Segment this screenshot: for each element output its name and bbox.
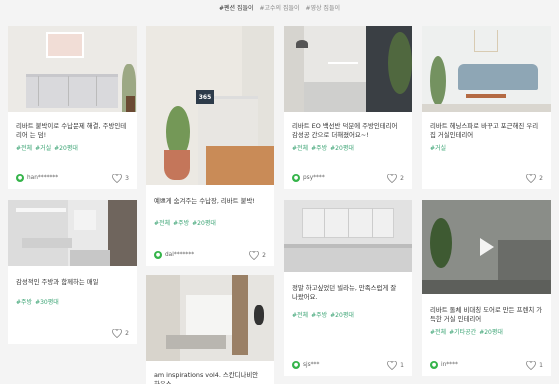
card-footer: 2: [430, 173, 543, 183]
tag[interactable]: #20평대: [54, 145, 78, 152]
like-count: 2: [400, 174, 404, 182]
calendar-badge: 365: [196, 90, 214, 104]
tag[interactable]: #주방: [173, 220, 189, 227]
play-icon[interactable]: [479, 238, 494, 256]
housewarming-card[interactable]: 리바트 헤닝스파로 바꾸고 포근해진 우리 집 거실인테리어 #거실 2: [422, 26, 551, 189]
housewarming-card[interactable]: 리바트 돌체 비대칭 도어로 만든 프렌치 가득한 거실 인테리어 #전체 #기타…: [422, 200, 551, 376]
housewarming-card[interactable]: 365 예쁘게 숨겨주는 수납장, 리바트 붙박! #전체 #주방 #20평대 ● …: [146, 26, 274, 266]
user-avatar: ●: [430, 361, 438, 369]
like-count: 1: [539, 361, 543, 369]
card-tags: #거실: [422, 143, 551, 152]
card-title[interactable]: 리바트 돌체 비대칭 도어로 만든 프렌치 가득한 거실 인테리어: [422, 306, 551, 324]
card-photo: [8, 26, 137, 112]
tag[interactable]: #20평대: [330, 312, 354, 319]
tag[interactable]: #거실: [430, 145, 446, 152]
tag[interactable]: #전체: [16, 145, 32, 152]
tag[interactable]: #거실: [35, 145, 51, 152]
user-avatar: ●: [16, 174, 24, 182]
card-title[interactable]: 리바트 헤닝스파로 바꾸고 포근해진 우리 집 거실인테리어: [422, 122, 551, 140]
user-avatar: ●: [154, 251, 162, 259]
username[interactable]: han*******: [27, 175, 112, 181]
tag[interactable]: #기타공간: [449, 329, 476, 336]
nav-tab-expert[interactable]: #고수의 집들이: [259, 5, 299, 12]
heart-icon[interactable]: [249, 250, 260, 260]
like-count: 1: [400, 361, 404, 369]
card-photo: [284, 26, 412, 112]
card-footer: ● sjs*** 1: [292, 360, 404, 370]
tag[interactable]: #20평대: [330, 145, 354, 152]
heart-icon[interactable]: [112, 173, 123, 183]
card-tags: #전체 #거실 #20평대: [8, 143, 137, 152]
tag[interactable]: #20평대: [192, 220, 216, 227]
like-count: 2: [125, 329, 129, 337]
housewarming-card[interactable]: 정말 하고싶었던 빌라뉴, 만족스럽게 잘 나왔어요. #전체 #주방 #20평대 …: [284, 200, 412, 376]
like-count: 2: [539, 174, 543, 182]
tag[interactable]: #전체: [292, 145, 308, 152]
username[interactable]: in****: [441, 362, 526, 368]
tag[interactable]: #30평대: [35, 299, 59, 306]
nav-tab-video[interactable]: #영상 집들이: [305, 5, 340, 12]
tag[interactable]: #주방: [311, 145, 327, 152]
housewarming-card[interactable]: 리바트 붙박이로 수납문제 해결, 주방인테리어 는 덤! #전체 #거실 #20평…: [8, 26, 137, 189]
card-title[interactable]: 감성적인 주방과 함께하는 매일: [8, 278, 137, 287]
card-title[interactable]: 정말 하고싶었던 빌라뉴, 만족스럽게 잘 나왔어요.: [284, 284, 412, 302]
card-footer: ● psy**** 2: [292, 173, 404, 183]
card-tags: #전체 #주방 #20평대: [146, 218, 274, 227]
heart-icon[interactable]: [526, 173, 537, 183]
username[interactable]: sjs***: [303, 362, 387, 368]
user-avatar: ●: [292, 361, 300, 369]
nav-tab-pension[interactable]: #펜션 집들이: [219, 5, 254, 12]
tag[interactable]: #전체: [430, 329, 446, 336]
card-photo: 365: [146, 26, 274, 185]
like-count: 2: [262, 251, 266, 259]
like-count: 3: [125, 174, 129, 182]
tag[interactable]: #주방: [16, 299, 32, 306]
card-title[interactable]: 리바트 EO 백선반 덕분에 주방인테리어 감성공 간으로 더해졌어요~!: [284, 122, 412, 140]
card-tags: #전체 #기타공간 #20평대: [422, 327, 551, 336]
card-tags: #전체 #주방 #20평대: [284, 143, 412, 152]
card-title[interactable]: 예쁘게 숨겨주는 수납장, 리바트 붙박!: [146, 197, 274, 206]
category-nav: #펜션 집들이 #고수의 집들이 #영상 집들이: [0, 3, 559, 12]
tag[interactable]: #전체: [154, 220, 170, 227]
tag[interactable]: #전체: [292, 312, 308, 319]
user-avatar: ●: [292, 174, 300, 182]
card-footer: 2: [16, 328, 129, 338]
card-title[interactable]: 리바트 붙박이로 수납문제 해결, 주방인테리어 는 덤!: [8, 122, 137, 140]
card-title[interactable]: am inspirations vol4. 스칸디나비안 하우스: [146, 371, 274, 384]
card-photo: [8, 200, 137, 266]
username[interactable]: psy****: [303, 175, 387, 181]
tag[interactable]: #20평대: [479, 329, 503, 336]
heart-icon[interactable]: [387, 360, 398, 370]
housewarming-card[interactable]: am inspirations vol4. 스칸디나비안 하우스: [146, 275, 274, 384]
card-photo: [422, 26, 551, 112]
card-footer: ● han******* 3: [16, 173, 129, 183]
username[interactable]: dal*******: [165, 252, 249, 258]
card-photo: [146, 275, 274, 361]
heart-icon[interactable]: [112, 328, 123, 338]
card-footer: ● dal******* 2: [154, 250, 266, 260]
card-footer: ● in**** 1: [430, 360, 543, 370]
card-tags: #주방 #30평대: [8, 297, 137, 306]
housewarming-card[interactable]: 감성적인 주방과 함께하는 매일 #주방 #30평대 2: [8, 200, 137, 344]
card-photo: [422, 200, 551, 294]
housewarming-card[interactable]: 리바트 EO 백선반 덕분에 주방인테리어 감성공 간으로 더해졌어요~! #전…: [284, 26, 412, 189]
card-tags: #전체 #주방 #20평대: [284, 310, 412, 319]
tag[interactable]: #주방: [311, 312, 327, 319]
card-photo: [284, 200, 412, 272]
heart-icon[interactable]: [526, 360, 537, 370]
heart-icon[interactable]: [387, 173, 398, 183]
